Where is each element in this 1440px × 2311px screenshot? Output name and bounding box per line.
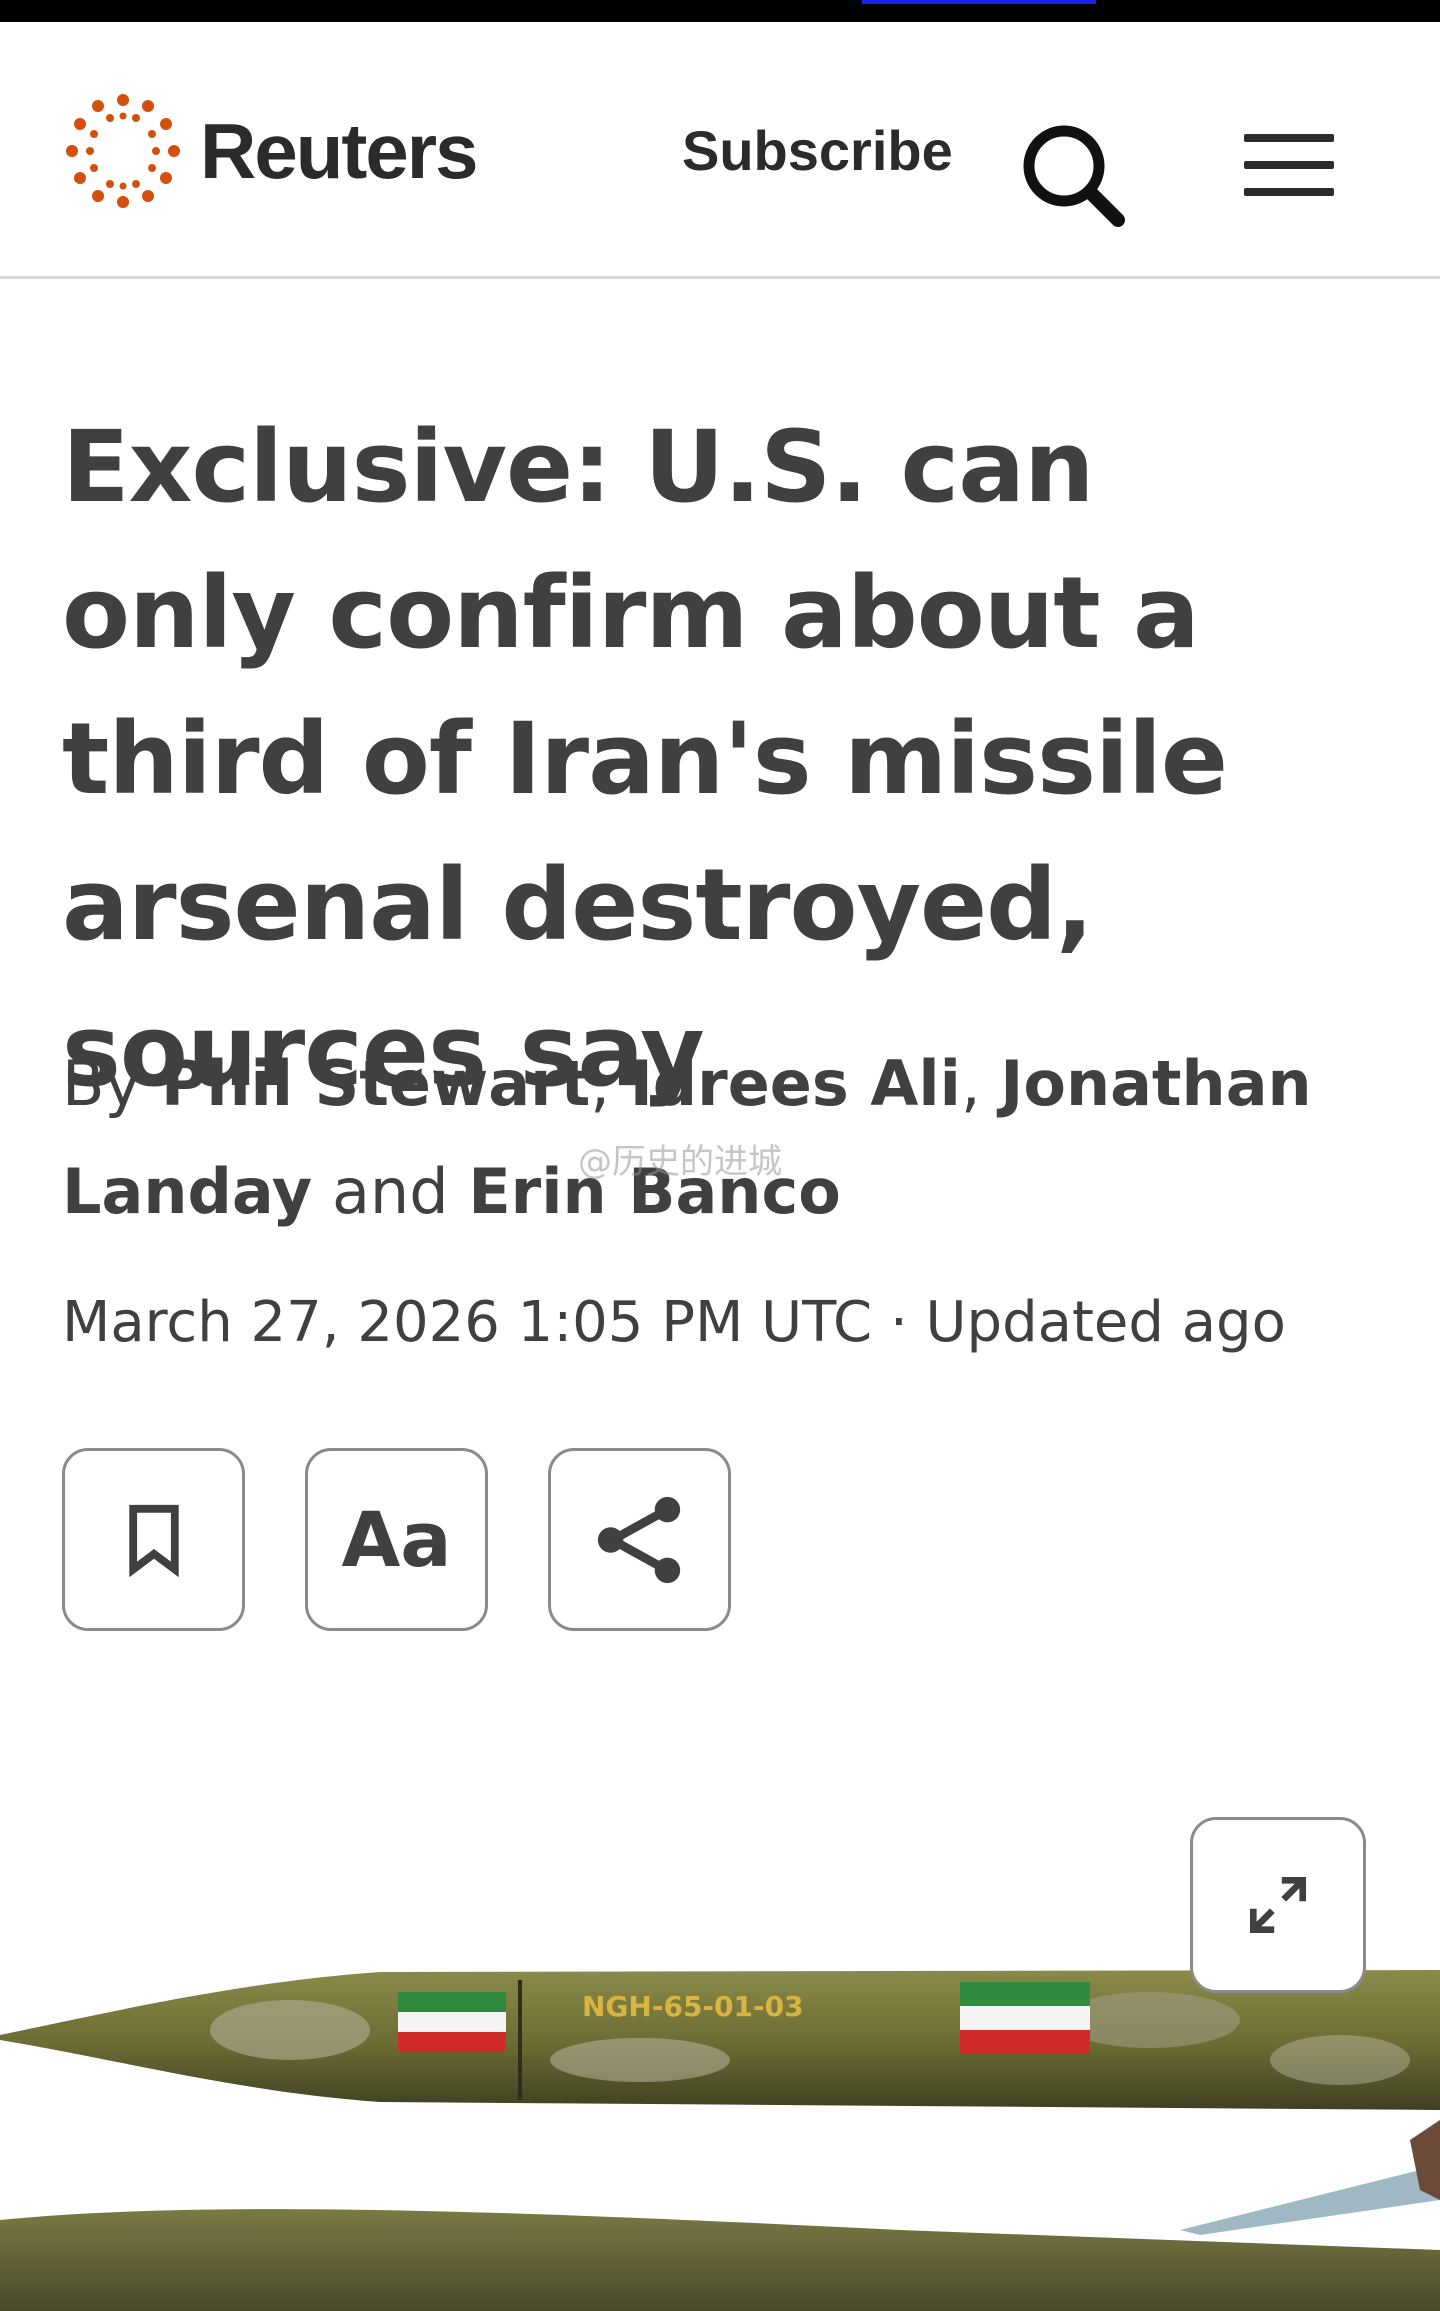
text-size-label: Aa — [341, 1495, 452, 1584]
byline-prefix: By — [62, 1047, 142, 1120]
menu-button[interactable] — [1244, 134, 1334, 204]
author-link[interactable]: Idrees Ali — [630, 1047, 961, 1120]
reuters-logo[interactable]: Reuters — [60, 88, 478, 214]
byline-conjunction: and — [331, 1155, 449, 1228]
page-load-progress — [862, 0, 1096, 4]
hamburger-menu-icon — [1244, 134, 1334, 142]
search-button[interactable] — [1020, 122, 1130, 232]
expand-image-button[interactable] — [1190, 1817, 1366, 1993]
byline-separator: , — [590, 1047, 611, 1120]
reuters-logo-icon — [66, 94, 180, 208]
brand-name: Reuters — [200, 106, 478, 195]
hamburger-line — [1244, 161, 1334, 169]
author-link[interactable]: Phil Stewart — [161, 1047, 590, 1120]
article-dateline: March 27, 2026 1:05 PM UTC · Updated ago — [62, 1290, 1286, 1355]
byline-separator: , — [960, 1047, 981, 1120]
bookmark-icon — [128, 1504, 179, 1577]
expand-icon — [1249, 1876, 1307, 1934]
hamburger-line — [1244, 188, 1334, 196]
share-icon — [597, 1496, 680, 1583]
bookmark-button[interactable] — [62, 1448, 245, 1631]
missile-marking: NGH-65-01-03 — [582, 1990, 804, 2023]
share-button[interactable] — [548, 1448, 731, 1631]
article-headline: Exclusive: U.S. can only confirm about a… — [62, 410, 1228, 1109]
status-bar — [0, 0, 1440, 22]
flag-right — [960, 1982, 1090, 2054]
subscribe-button[interactable]: Subscribe — [682, 118, 953, 183]
flag-left — [398, 1992, 506, 2052]
site-header: Reuters Subscribe — [0, 22, 1440, 279]
text-size-button[interactable]: Aa — [305, 1448, 488, 1631]
weibo-watermark: @历史的进城 — [578, 1142, 782, 1182]
search-icon — [1023, 125, 1125, 227]
